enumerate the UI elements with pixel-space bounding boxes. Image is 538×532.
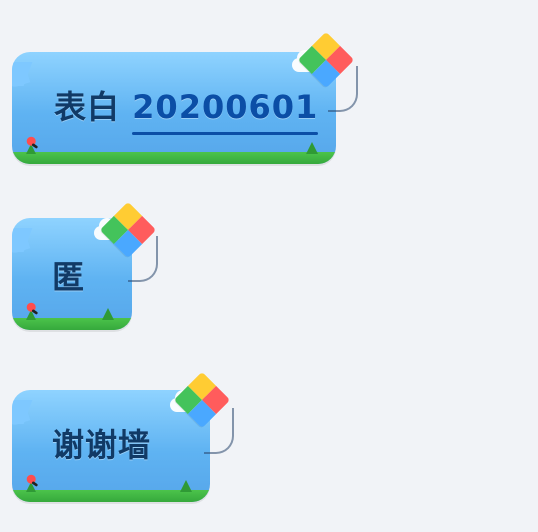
menu-item-label: 谢谢墙 [52, 426, 152, 464]
pin-icon [26, 474, 38, 487]
pin-icon [26, 302, 38, 315]
menu-item-label: 匿 [52, 258, 86, 296]
grass-strip [12, 142, 336, 164]
kite-string [204, 408, 234, 454]
menu-item-label-number: 20200601 [132, 88, 319, 126]
menu-item-label: 表白 20200601 [54, 82, 318, 128]
menu-item-label-prefix: 表白 [54, 88, 121, 126]
bubble-3-tail [12, 403, 31, 427]
kite-string [328, 66, 358, 112]
bubble-2-tail [12, 231, 31, 255]
pin-icon [26, 136, 38, 149]
bubble-1-tail [12, 65, 31, 89]
grass-strip [12, 308, 132, 330]
grass-strip [12, 480, 210, 502]
kite-string [128, 236, 158, 282]
